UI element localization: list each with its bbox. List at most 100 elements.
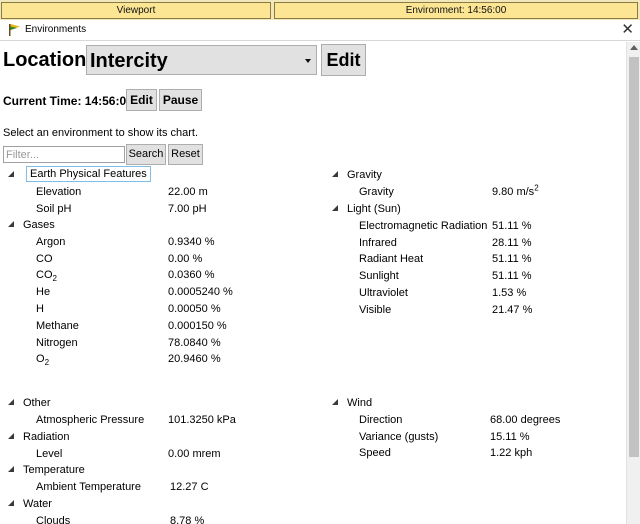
location-label: Location: [3, 49, 93, 71]
expanded-triangle-icon[interactable] [8, 500, 14, 506]
time-pause-button[interactable]: Pause [159, 89, 202, 111]
tab-viewport[interactable]: Viewport [1, 2, 271, 19]
tree-row-name: Nitrogen [36, 336, 78, 350]
tree-row-value: 1.53 % [492, 286, 526, 300]
tree-row-value-text: 51.11 % [492, 253, 532, 266]
tree-row-value: 51.11 % [492, 269, 532, 283]
tree-row-value: 0.00050 % [168, 302, 221, 316]
tree-row-value: 0.0360 % [168, 268, 214, 282]
tree-row-value-text: 8.78 % [170, 514, 205, 524]
tree-row-name-text: Soil pH [36, 202, 72, 215]
tree-group-label[interactable]: Water [23, 497, 52, 511]
tree-row-value: 0.9340 % [168, 235, 214, 249]
tree-row-value-text: 28.11 % [492, 236, 532, 249]
tree-row-name: Argon [36, 235, 65, 249]
tree-row-value-text: 0.00050 % [168, 303, 221, 315]
tree-row-name-text: H [36, 303, 44, 315]
window-title-bar: Environments ✕ [0, 20, 640, 41]
tree-group-label[interactable]: Earth Physical Features [26, 166, 151, 182]
tree-row-value-text: 101.3250 kPa [168, 413, 236, 426]
tree-group-label[interactable]: Light (Sun) [347, 202, 401, 216]
tree-row-name-text: Radiant Heat [359, 253, 424, 266]
expanded-triangle-icon[interactable] [332, 399, 338, 405]
tree-group-label[interactable]: Radiation [23, 430, 69, 444]
tree-row-value: 12.27 C [170, 480, 209, 494]
tree-row-name: Direction [359, 413, 402, 427]
tree-row-value-text: 0.0005240 % [168, 286, 233, 299]
location-selected-value: Intercity [90, 50, 168, 72]
subscript: 2 [44, 358, 50, 368]
tree-row-value-text: 12.27 C [170, 480, 209, 493]
tree-row-value-text: 51.11 % [492, 219, 532, 232]
current-time-label: Current Time: 14:56:00 [3, 94, 133, 108]
tree-row-value-text: 9.80 m/s [492, 185, 535, 198]
tree-row-name: He [36, 285, 50, 299]
tree-row-name: Visible [359, 303, 391, 317]
tree-group-label[interactable]: Gravity [347, 168, 382, 182]
reset-button[interactable]: Reset [168, 144, 203, 165]
tree-row-value-text: 20.9460 % [168, 353, 221, 366]
expanded-triangle-icon[interactable] [8, 399, 14, 405]
tree-row-name: Speed [359, 446, 391, 460]
scroll-up-arrow-icon[interactable] [630, 45, 638, 50]
close-icon[interactable]: ✕ [621, 21, 634, 38]
location-edit-button[interactable]: Edit [321, 44, 366, 76]
tree-row-value: 20.9460 % [168, 352, 221, 366]
tree-row-value-text: 0.00 % [168, 252, 203, 265]
tree-row-value-text: 1.22 kph [490, 447, 533, 460]
tree-row-value: 68.00 degrees [490, 413, 560, 427]
tree-row-value: 21.47 % [492, 303, 532, 317]
tree-row-value-text: 0.0360 % [168, 269, 215, 282]
filter-input[interactable] [3, 146, 125, 163]
tree-row-name-text: Clouds [36, 514, 71, 524]
tree-row-name-text: Variance (gusts) [359, 430, 439, 443]
tree-group-label[interactable]: Wind [347, 396, 372, 410]
environments-panel: Location: Intercity Edit Current Time: 1… [0, 42, 626, 524]
tree-row-name-text: Sunlight [359, 270, 399, 283]
tree-row-name-text: Atmospheric Pressure [36, 413, 145, 426]
tree-row-name: H [36, 302, 44, 316]
flag-icon [9, 24, 20, 36]
tree-row-name: Variance (gusts) [359, 430, 438, 444]
time-edit-button[interactable]: Edit [126, 89, 157, 111]
location-select[interactable]: Intercity [86, 45, 317, 75]
tree-row-name: Infrared [359, 236, 397, 250]
expanded-triangle-icon[interactable] [8, 466, 14, 472]
tree-row-name-text: Nitrogen [36, 336, 78, 349]
tree-row-name: Ambient Temperature [36, 480, 141, 494]
tab-environment[interactable]: Environment: 14:56:00 [274, 2, 638, 19]
tree-row-name: Gravity [359, 185, 394, 199]
vertical-scrollbar[interactable] [626, 42, 640, 524]
tree-row-name: Ultraviolet [359, 286, 408, 300]
tree-row-value-text: 22.00 m [168, 185, 208, 198]
tree-row-value-text: 0.000150 % [168, 319, 227, 332]
tree-row-value: 78.0840 % [168, 336, 221, 350]
expanded-triangle-icon[interactable] [8, 221, 14, 227]
tree-group-label[interactable]: Other [23, 396, 51, 410]
tree-group-label[interactable]: Gases [23, 218, 55, 232]
tree-row-value: 9.80 m/s2 [492, 184, 539, 199]
tree-row-name-text: Electromagnetic Radiation [359, 219, 488, 232]
tree-row-value: 15.11 % [490, 430, 530, 444]
search-button[interactable]: Search [126, 144, 166, 165]
scroll-thumb[interactable] [629, 57, 639, 457]
tree-row-value-text: 78.0840 % [168, 336, 221, 349]
tree-row-name-text: Methane [36, 319, 79, 332]
tree-row-name: Electromagnetic Radiation [359, 219, 487, 233]
tree-row-name-text: Speed [359, 447, 391, 460]
tree-row-name-text: Argon [36, 235, 66, 248]
expanded-triangle-icon[interactable] [332, 171, 338, 177]
tree-row-name-text: O [36, 353, 45, 366]
tree-group-label[interactable]: Temperature [23, 463, 85, 477]
expanded-triangle-icon[interactable] [8, 433, 14, 439]
tree-row-value-text: 15.11 % [490, 430, 530, 443]
tree-row-name: Elevation [36, 185, 81, 199]
tree-row-name-text: Ambient Temperature [36, 480, 141, 493]
chevron-down-icon [305, 59, 311, 63]
expanded-triangle-icon[interactable] [332, 205, 338, 211]
tree-row-name: Methane [36, 319, 79, 333]
tree-row-value: 28.11 % [492, 236, 532, 250]
tree-row-value: 101.3250 kPa [168, 413, 236, 427]
expanded-triangle-icon[interactable] [8, 171, 14, 177]
tree-row-value: 22.00 m [168, 185, 208, 199]
